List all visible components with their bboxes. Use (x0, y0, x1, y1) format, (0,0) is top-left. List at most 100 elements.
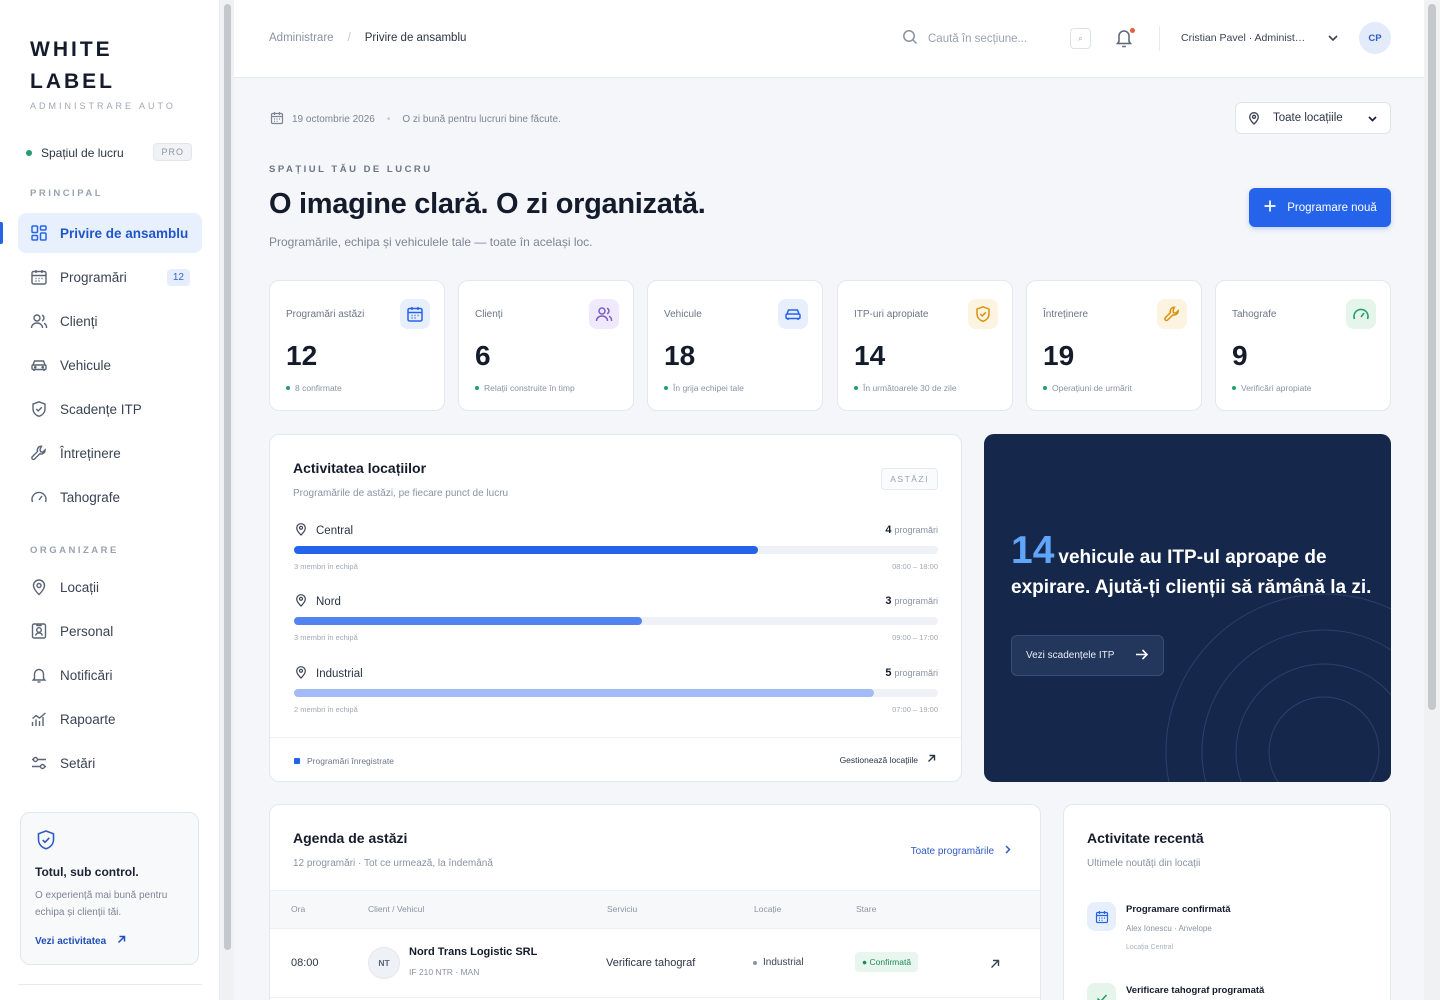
plus-icon (1263, 199, 1277, 216)
sidebar-scrollbar[interactable] (221, 0, 234, 1000)
progress-fill (294, 617, 642, 625)
topbar: Administrare / Privire de ansamblu Caută… (234, 0, 1424, 78)
stat-note-text: În grija echipei tale (673, 383, 744, 393)
sidebar-item-appointments[interactable]: Programări 12 (18, 257, 202, 297)
sidebar-item-settings[interactable]: Setări (18, 743, 202, 783)
sidebar-item-itp[interactable]: Scadențe ITP (18, 389, 202, 429)
search-placeholder: Caută în secțiune... (928, 33, 1028, 45)
location-count-value: 5 (885, 667, 892, 679)
page-eyebrow: SPAȚIUL TĂU DE LUCRU (269, 164, 433, 175)
manage-locations-link[interactable]: Gestionează locațiile (840, 753, 937, 766)
sidebar-item-overview[interactable]: Privire de ansamblu (18, 213, 202, 253)
period-tag: ASTĂZI (881, 468, 938, 490)
notification-dot (1130, 28, 1135, 33)
sidebar-item-clients[interactable]: Clienți (18, 301, 202, 341)
legend-label: Programări înregistrate (307, 756, 394, 766)
arrow-right-icon (1134, 647, 1149, 665)
sidebar-item-label: Scadențe ITP (60, 401, 142, 417)
card-title: Agenda de astăzi (293, 830, 408, 846)
section-label-main: PRINCIPAL (30, 188, 103, 199)
id-badge-icon (30, 622, 48, 640)
location-hours: 08:00 – 18:00 (892, 562, 938, 571)
sliders-icon (30, 754, 48, 772)
stat-note: În grija echipei tale (664, 383, 744, 393)
sidebar-item-label: Locații (60, 579, 100, 595)
user-menu[interactable]: Cristian Pavel · Administrator (1181, 32, 1306, 44)
sidebar-item-label: Setări (60, 755, 96, 771)
sidebar-item-reports[interactable]: Rapoarte (18, 699, 202, 739)
section-label-organize: ORGANIZARE (30, 545, 119, 556)
sidebar-item-label: Vehicule (60, 357, 112, 373)
sidebar-item-staff[interactable]: Personal (18, 611, 202, 651)
workspace-switcher[interactable]: Spațiul de lucru PRO (26, 143, 196, 163)
column-header: Client / Vehicul (368, 904, 425, 914)
notifications-button[interactable] (1114, 27, 1135, 54)
logo[interactable]: WHITE LABEL (30, 34, 115, 98)
location-count: 4 programări (885, 524, 938, 536)
location-select[interactable]: Toate locațiile (1235, 102, 1391, 134)
location-name-text: Central (316, 524, 354, 537)
all-appointments-link[interactable]: Toate programările (911, 844, 1013, 858)
stat-note: În următoarele 30 de zile (854, 383, 957, 393)
stat-card-maintenance[interactable]: Întreținere 19 Operațiuni de urmărit (1026, 280, 1202, 411)
location-select-value: Toate locațiile (1273, 112, 1343, 124)
calendar-icon (400, 299, 430, 329)
activity-meta: Alex Ionescu · Anvelope (1126, 924, 1212, 933)
column-header: Serviciu (607, 904, 638, 914)
stat-card-appointments[interactable]: Programări astăzi 12 8 confirmate (269, 280, 445, 411)
page-title: O imagine clară. O zi organizată. (269, 188, 706, 220)
new-appointment-button[interactable]: Programare nouă (1249, 188, 1391, 227)
users-icon (589, 299, 619, 329)
search-input[interactable]: Caută în secțiune... (902, 27, 1092, 51)
stat-card-tachographs[interactable]: Tahografe 9 Verificări apropiate (1215, 280, 1391, 411)
location-row-industrial[interactable]: Industrial 5 programări 2 membri în echip… (294, 665, 938, 725)
avatar[interactable]: CP (1359, 22, 1391, 54)
location-row-nord[interactable]: Nord 3 programări 3 membri în echipă 09:0… (294, 593, 938, 653)
view-activity-link[interactable]: Vezi activitatea (35, 934, 127, 948)
users-icon (30, 312, 48, 330)
location-count: 3 programări (885, 595, 938, 607)
stat-note-text: În următoarele 30 de zile (863, 383, 957, 393)
page-scrollbar[interactable] (1424, 0, 1440, 1000)
sidebar-item-label: Programări (60, 269, 127, 285)
chevron-down-icon[interactable] (1326, 31, 1340, 50)
stat-note: Verificări apropiate (1232, 383, 1311, 393)
view-activity-label: Vezi activitatea (35, 935, 107, 947)
stat-value: 18 (664, 340, 696, 371)
date-row: 19 octombrie 2026 • O zi bună pentru luc… (270, 111, 561, 128)
location-count-unit: programări (894, 596, 938, 606)
manage-locations-label: Gestionează locațiile (839, 754, 918, 765)
status-badge: ● Confirmată (855, 952, 919, 972)
view-itp-label: Vezi scadențele ITP (1026, 650, 1115, 661)
stat-card-clients[interactable]: Clienți 6 Relații construite în timp (458, 280, 634, 411)
sidebar-item-notifications[interactable]: Notificări (18, 655, 202, 695)
sidebar-item-label: Personal (60, 623, 114, 639)
stat-note-dot (664, 386, 668, 390)
logo-line-1: WHITE (30, 38, 113, 61)
table-row[interactable]: 08:00 NT Nord Trans Logistic SRL IF 210 … (270, 929, 1040, 998)
location-row-central[interactable]: Central 4 programări 3 membri în echipă 0… (294, 522, 938, 582)
stat-value: 9 (1232, 340, 1248, 371)
breadcrumb-root[interactable]: Administrare (269, 32, 334, 44)
page-scroll-thumb[interactable] (1428, 4, 1436, 710)
arrow-up-right-icon[interactable] (989, 957, 1001, 975)
new-appointment-label: Programare nouă (1287, 201, 1377, 214)
stat-card-itp[interactable]: ITP-uri apropiate 14 În următoarele 30 d… (837, 280, 1013, 411)
chart-icon (30, 710, 48, 728)
view-itp-button[interactable]: Vezi scadențele ITP (1011, 635, 1164, 676)
sidebar-scroll-thumb[interactable] (224, 4, 231, 950)
sidebar-item-vehicles[interactable]: Vehicule (18, 345, 202, 385)
check-icon (1087, 983, 1116, 1000)
sidebar-item-maintenance[interactable]: Întreținere (18, 433, 202, 473)
client-name: Nord Trans Logistic SRL (409, 946, 538, 958)
stat-card-vehicles[interactable]: Vehicule 18 În grija echipei tale (647, 280, 823, 411)
sidebar-item-locations[interactable]: Locații (18, 567, 202, 607)
all-appointments-label: Toate programările (910, 845, 994, 857)
stat-value: 19 (1043, 340, 1075, 371)
card-subtitle: Ultimele noutăți din locații (1087, 858, 1201, 869)
promo-text: O experiență mai bună pentru echipa și c… (35, 890, 168, 918)
activity-location: Locația Central (1126, 944, 1174, 951)
stat-label: Întreținere (1043, 309, 1089, 320)
gauge-icon (30, 488, 48, 506)
sidebar-item-tachographs[interactable]: Tahografe (18, 477, 202, 517)
